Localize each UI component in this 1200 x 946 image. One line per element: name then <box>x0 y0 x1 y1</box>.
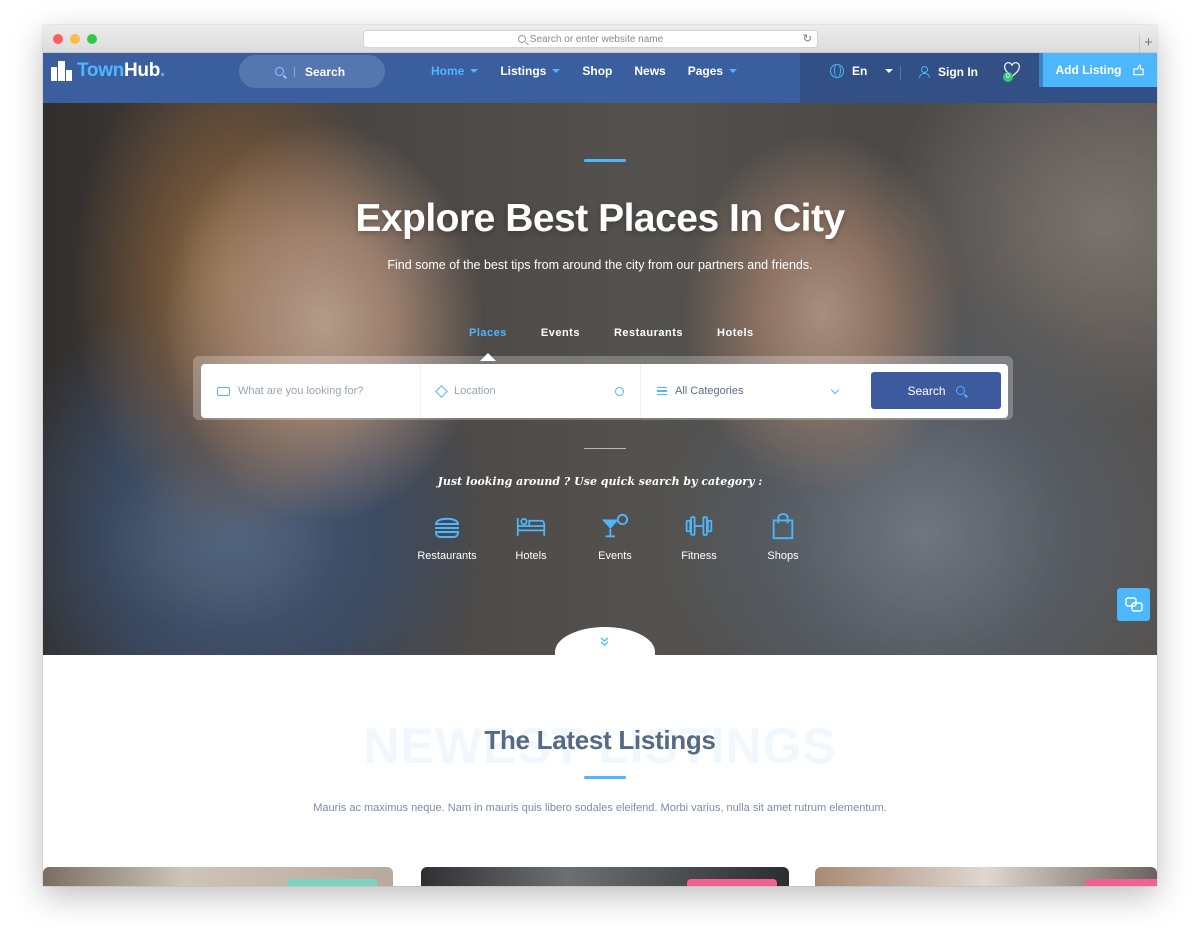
caret-down-icon <box>885 69 894 73</box>
shopping-bag-icon <box>772 513 794 540</box>
globe-icon <box>830 64 844 78</box>
nav-listings-label: Listings <box>500 64 547 78</box>
section-description: Mauris ac maximus neque. Nam in mauris q… <box>313 802 887 814</box>
caret-down-icon <box>729 69 738 73</box>
search-tabs: Places Events Restaurants Hotels <box>469 327 754 339</box>
header-search-label: Search <box>305 64 346 79</box>
add-listing-label: Add Listing <box>1055 63 1122 77</box>
divider <box>584 448 626 449</box>
listing-card[interactable] <box>43 867 393 886</box>
category-select[interactable]: All Categories <box>641 364 854 418</box>
address-bar[interactable]: Search or enter website name ↻ <box>363 30 818 48</box>
nav-home-label: Home <box>431 64 465 78</box>
listing-status-pill <box>1085 879 1157 886</box>
keyword-input[interactable]: What are you looking for? <box>201 364 421 418</box>
search-icon <box>955 386 965 395</box>
wishlist-count-badge: 0 <box>1003 72 1013 82</box>
category-label: Fitness <box>681 550 717 562</box>
nav-shop[interactable]: Shop <box>582 64 612 78</box>
chevron-down-icon <box>830 385 840 395</box>
category-list: Restaurants Hotels Events Fitness Shops <box>405 512 825 562</box>
listing-card[interactable] <box>421 867 789 886</box>
section-title: The Latest Listings <box>484 725 716 755</box>
list-icon <box>657 387 667 395</box>
caret-down-icon <box>470 69 479 73</box>
add-listing-button[interactable]: Add Listing <box>1039 53 1157 87</box>
nav-news-label: News <box>634 64 666 78</box>
tab-events[interactable]: Events <box>541 327 580 339</box>
site-logo[interactable]: TownHub. <box>51 58 165 84</box>
logo-text: TownHub. <box>77 60 166 81</box>
category-restaurants[interactable]: Restaurants <box>405 512 489 562</box>
wishlist-button[interactable]: 0 <box>1003 62 1021 82</box>
category-label: Hotels <box>515 550 547 562</box>
location-pin-icon <box>435 384 448 398</box>
language-selector[interactable]: En <box>830 64 894 78</box>
divider <box>294 66 295 77</box>
hero-accent-line <box>584 159 626 162</box>
hero-subtitle: Find some of the best tips from around t… <box>387 258 813 272</box>
tab-hotels[interactable]: Hotels <box>717 327 754 339</box>
browser-toolbar: Search or enter website name ↻ + <box>43 25 1157 53</box>
search-icon <box>275 67 284 76</box>
tab-places[interactable]: Places <box>469 327 507 339</box>
double-chevron-down-icon[interactable] <box>600 637 609 648</box>
nav-shop-label: Shop <box>582 64 613 78</box>
main-nav: Home Listings Shop News Pages <box>431 64 759 78</box>
dumbbell-icon <box>685 516 713 536</box>
location-placeholder: Location <box>454 385 496 397</box>
keyboard-icon <box>217 386 230 396</box>
quick-search-label: Just looking around ? Use quick search b… <box>437 475 763 488</box>
section-accent-line <box>584 776 626 779</box>
latest-listings-section: NEWEST LISTINGS The Latest Listings Maur… <box>43 655 1157 886</box>
nav-listings[interactable]: Listings <box>500 64 561 78</box>
nav-news[interactable]: News <box>634 64 665 78</box>
category-events[interactable]: Events <box>573 512 657 562</box>
tab-restaurants[interactable]: Restaurants <box>614 327 683 339</box>
search-icon <box>517 35 526 43</box>
reload-icon[interactable]: ↻ <box>803 32 812 45</box>
minimize-window-button[interactable] <box>70 34 80 44</box>
location-input[interactable]: Location <box>421 364 641 418</box>
site-header: TownHub. Search Home Listings Shop News … <box>43 53 1157 103</box>
language-label: En <box>852 64 868 78</box>
sign-in-label: Sign In <box>938 65 978 79</box>
close-window-button[interactable] <box>53 34 63 44</box>
cocktail-icon <box>601 513 629 538</box>
new-tab-button[interactable]: + <box>1139 35 1157 53</box>
chat-button[interactable] <box>1117 588 1150 621</box>
nav-pages-label: Pages <box>687 64 724 78</box>
category-label: Shops <box>767 550 799 562</box>
caret-down-icon <box>552 69 561 73</box>
browser-window: Search or enter website name ↻ + TownHub… <box>43 25 1157 886</box>
chat-bubbles-icon <box>1124 596 1143 612</box>
divider <box>900 66 901 80</box>
listing-status-pill <box>687 879 777 886</box>
listing-status-pill <box>287 879 377 886</box>
hand-pointer-icon <box>1132 64 1144 76</box>
category-label: Events <box>598 550 632 562</box>
category-label: Restaurants <box>417 550 477 562</box>
user-icon <box>919 66 930 78</box>
search-submit-button[interactable]: Search <box>871 372 1001 409</box>
header-search-button[interactable]: Search <box>239 55 385 88</box>
locate-me-icon[interactable] <box>615 386 624 396</box>
search-submit-label: Search <box>907 383 946 398</box>
listing-card[interactable] <box>815 867 1157 886</box>
bed-icon <box>516 518 546 536</box>
nav-home[interactable]: Home <box>431 64 479 78</box>
category-shops[interactable]: Shops <box>741 512 825 562</box>
address-bar-placeholder: Search or enter website name <box>529 33 664 45</box>
maximize-window-button[interactable] <box>87 34 97 44</box>
hero-title: Explore Best Places In City <box>355 197 845 240</box>
category-value: All Categories <box>675 385 744 397</box>
keyword-placeholder: What are you looking for? <box>238 385 364 397</box>
sign-in-link[interactable]: Sign In <box>919 65 978 79</box>
hero-section: Explore Best Places In City Find some of… <box>43 103 1157 655</box>
city-buildings-icon <box>51 61 73 81</box>
burger-icon <box>434 517 460 538</box>
category-fitness[interactable]: Fitness <box>657 512 741 562</box>
nav-pages[interactable]: Pages <box>687 64 738 78</box>
category-hotels[interactable]: Hotels <box>489 512 573 562</box>
